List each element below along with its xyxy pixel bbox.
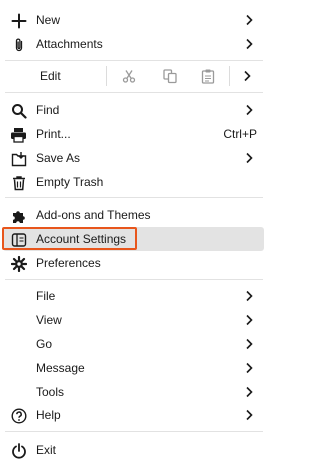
separator — [5, 431, 263, 432]
plus-icon — [10, 12, 27, 29]
printer-icon — [10, 126, 27, 143]
chevron-right-icon — [245, 14, 253, 26]
menu-item-label: Attachments — [36, 37, 103, 51]
scissors-icon — [121, 68, 137, 84]
menu-item-exit[interactable]: Exit — [3, 438, 264, 462]
menu-item-find[interactable]: Find — [3, 98, 264, 122]
menu-item-attachments[interactable]: Attachments — [3, 32, 264, 56]
chevron-right-icon — [245, 38, 253, 50]
menu-item-tools[interactable]: Tools — [3, 380, 264, 404]
chevron-right-icon — [245, 290, 253, 302]
chevron-right-icon — [245, 362, 253, 374]
edit-label: Edit — [40, 69, 61, 83]
menu-item-label: Empty Trash — [36, 175, 104, 189]
menu-item-label: Go — [36, 337, 53, 351]
paperclip-icon — [10, 36, 27, 53]
menu-item-label: New — [36, 13, 61, 27]
copy-icon — [162, 68, 178, 84]
menu-item-label: Print... — [36, 127, 71, 141]
menu-item-label: Save As — [36, 151, 81, 165]
paste-button[interactable] — [189, 64, 227, 88]
chevron-right-icon — [245, 314, 253, 326]
app-menu: New Attachments Edit Find Print... Ctrl+… — [0, 0, 270, 470]
shortcut-label: Ctrl+P — [223, 127, 257, 141]
menu-item-label: View — [36, 313, 62, 327]
save-as-icon — [10, 150, 27, 167]
separator — [5, 197, 263, 198]
menu-item-message[interactable]: Message — [3, 356, 264, 380]
menu-item-label: Find — [36, 103, 60, 117]
menu-item-print[interactable]: Print... Ctrl+P — [3, 122, 264, 146]
power-icon — [10, 442, 27, 459]
divider — [229, 66, 230, 86]
chevron-right-icon — [245, 104, 253, 116]
menu-item-label: Exit — [36, 443, 57, 457]
menu-item-label: Help — [36, 408, 61, 422]
help-circle-icon — [10, 407, 27, 424]
gear-icon — [10, 255, 27, 272]
menu-item-help[interactable]: Help — [3, 403, 264, 427]
menu-item-label: Account Settings — [36, 232, 127, 246]
menu-item-label: Message — [36, 361, 85, 375]
chevron-right-icon — [245, 338, 253, 350]
copy-button[interactable] — [151, 64, 189, 88]
menu-item-label: File — [36, 289, 56, 303]
chevron-right-icon — [245, 152, 253, 164]
menu-item-addons-and-themes[interactable]: Add-ons and Themes — [3, 203, 264, 227]
paste-icon — [200, 68, 216, 84]
menu-item-view[interactable]: View — [3, 308, 264, 332]
chevron-right-icon — [245, 409, 253, 421]
separator — [5, 279, 263, 280]
menu-item-edit: Edit — [3, 62, 264, 90]
menu-item-label: Tools — [36, 385, 65, 399]
separator — [5, 60, 263, 61]
menu-item-label: Preferences — [36, 256, 101, 270]
menu-item-preferences[interactable]: Preferences — [3, 251, 264, 275]
account-card-icon — [10, 231, 27, 248]
magnifier-icon — [10, 102, 27, 119]
chevron-right-icon — [245, 386, 253, 398]
menu-item-empty-trash[interactable]: Empty Trash — [3, 170, 264, 194]
chevron-right-icon — [243, 70, 251, 82]
menu-item-new[interactable]: New — [3, 8, 264, 32]
menu-item-go[interactable]: Go — [3, 332, 264, 356]
trash-icon — [10, 174, 27, 191]
cut-button[interactable] — [110, 64, 148, 88]
puzzle-icon — [10, 207, 27, 224]
menu-item-account-settings[interactable]: Account Settings — [3, 227, 264, 251]
separator — [5, 92, 263, 93]
menu-item-file[interactable]: File — [3, 284, 264, 308]
menu-item-label: Add-ons and Themes — [36, 208, 151, 222]
divider — [106, 66, 107, 86]
edit-submenu-button[interactable] — [232, 64, 262, 88]
menu-item-save-as[interactable]: Save As — [3, 146, 264, 170]
